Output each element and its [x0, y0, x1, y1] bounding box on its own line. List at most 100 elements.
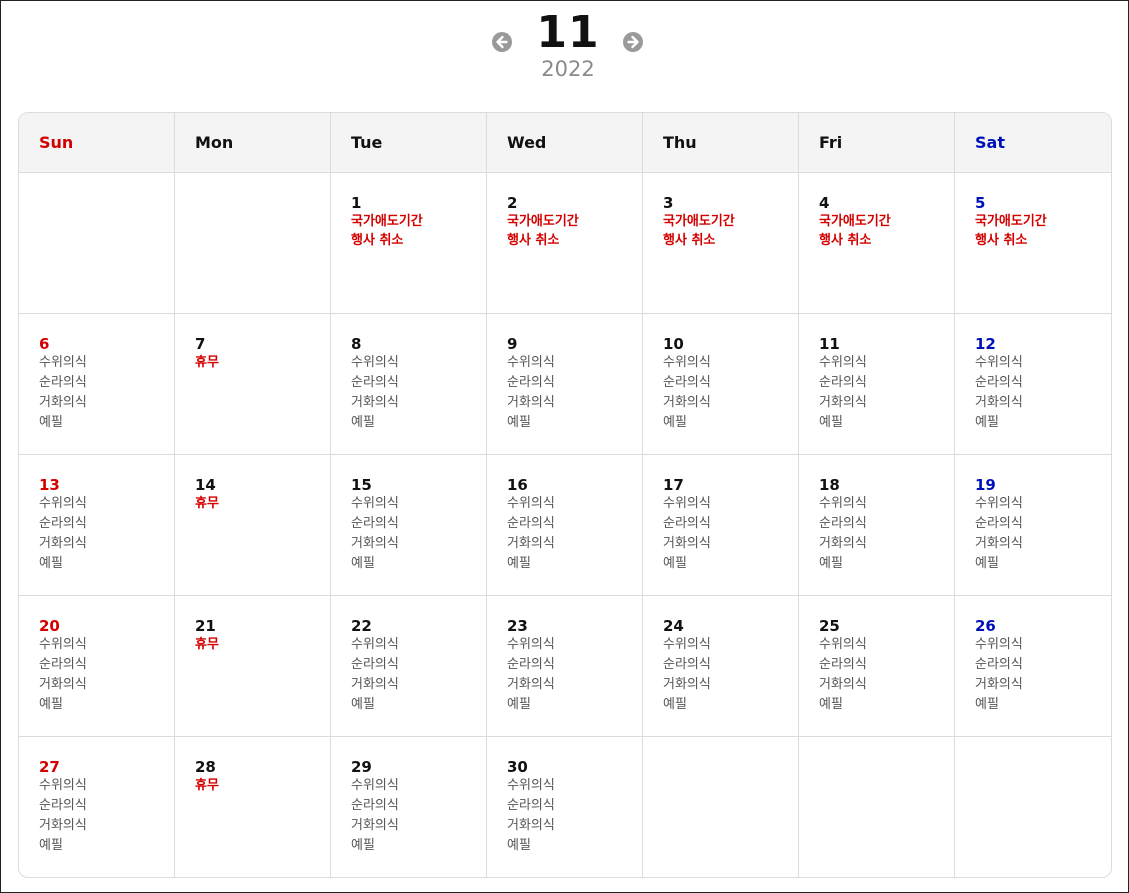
day-cell[interactable]: 20 수위의식 순라의식 거화의식 예필 [19, 596, 175, 737]
day-number: 26 [975, 617, 996, 635]
day-event: 수위의식 [351, 496, 399, 511]
day-cell[interactable]: 9 수위의식 순라의식 거화의식 예필 [487, 314, 643, 455]
day-cell[interactable]: 10 수위의식 순라의식 거화의식 예필 [643, 314, 799, 455]
day-event: 수위의식 [975, 496, 1023, 511]
day-cell[interactable]: 22 수위의식 순라의식 거화의식 예필 [331, 596, 487, 737]
day-number: 19 [975, 476, 996, 494]
day-cell[interactable]: 6 수위의식 순라의식 거화의식 예필 [19, 314, 175, 455]
day-event: 순라의식 [507, 657, 555, 672]
day-number: 18 [819, 476, 840, 494]
day-number: 10 [663, 335, 684, 353]
day-number: 11 [819, 335, 840, 353]
next-month-button[interactable] [623, 32, 643, 52]
day-event: 예필 [663, 556, 687, 571]
day-cell[interactable]: 8 수위의식 순라의식 거화의식 예필 [331, 314, 487, 455]
day-event: 예필 [39, 556, 63, 571]
day-event: 수위의식 [39, 778, 87, 793]
day-event: 수위의식 [819, 496, 867, 511]
day-cell[interactable]: 28 휴무 [175, 737, 331, 877]
day-number: 29 [351, 758, 372, 776]
day-cell[interactable]: 21 휴무 [175, 596, 331, 737]
day-event: 예필 [507, 415, 531, 430]
day-notice: 휴무 [195, 496, 219, 511]
day-event: 순라의식 [39, 798, 87, 813]
day-number: 4 [819, 194, 830, 212]
day-number: 15 [351, 476, 372, 494]
day-cell[interactable]: 7 휴무 [175, 314, 331, 455]
day-number: 17 [663, 476, 684, 494]
day-cell[interactable]: 13 수위의식 순라의식 거화의식 예필 [19, 455, 175, 596]
day-cell[interactable]: 29 수위의식 순라의식 거화의식 예필 [331, 737, 487, 877]
day-event: 거화의식 [351, 677, 399, 692]
day-notice: 국가애도기간 [351, 214, 423, 229]
day-cell[interactable]: 23 수위의식 순라의식 거화의식 예필 [487, 596, 643, 737]
day-notice: 휴무 [195, 778, 219, 793]
day-event: 순라의식 [975, 657, 1023, 672]
empty-day-cell [643, 737, 799, 877]
day-cell[interactable]: 16 수위의식 순라의식 거화의식 예필 [487, 455, 643, 596]
day-event: 거화의식 [819, 536, 867, 551]
day-notice: 국가애도기간 [663, 214, 735, 229]
day-cell[interactable]: 18 수위의식 순라의식 거화의식 예필 [799, 455, 955, 596]
day-cell[interactable]: 11 수위의식 순라의식 거화의식 예필 [799, 314, 955, 455]
day-event: 거화의식 [975, 536, 1023, 551]
day-event: 거화의식 [507, 536, 555, 551]
day-event: 거화의식 [663, 395, 711, 410]
day-cell[interactable]: 26 수위의식 순라의식 거화의식 예필 [955, 596, 1111, 737]
calendar-header: 11 2022 [1, 1, 1128, 101]
weekday-header-thu: Thu [643, 113, 799, 172]
day-cell[interactable]: 14 휴무 [175, 455, 331, 596]
day-number: 20 [39, 617, 60, 635]
day-event: 거화의식 [819, 395, 867, 410]
day-event: 예필 [39, 415, 63, 430]
day-event: 거화의식 [507, 677, 555, 692]
day-cell[interactable]: 17 수위의식 순라의식 거화의식 예필 [643, 455, 799, 596]
day-cell[interactable]: 25 수위의식 순라의식 거화의식 예필 [799, 596, 955, 737]
day-cell[interactable]: 4 국가애도기간 행사 취소 [799, 173, 955, 314]
day-number: 28 [195, 758, 216, 776]
day-event: 예필 [507, 556, 531, 571]
weekday-header-sun: Sun [19, 113, 175, 172]
day-event: 예필 [663, 415, 687, 430]
day-cell[interactable]: 15 수위의식 순라의식 거화의식 예필 [331, 455, 487, 596]
day-cell[interactable]: 5 국가애도기간 행사 취소 [955, 173, 1111, 314]
day-event: 거화의식 [351, 536, 399, 551]
day-event: 예필 [351, 415, 375, 430]
day-number: 24 [663, 617, 684, 635]
empty-day-cell [955, 737, 1111, 877]
day-event: 수위의식 [819, 637, 867, 652]
day-notice: 국가애도기간 [975, 214, 1047, 229]
empty-day-cell [799, 737, 955, 877]
day-event: 순라의식 [507, 516, 555, 531]
day-cell[interactable]: 12 수위의식 순라의식 거화의식 예필 [955, 314, 1111, 455]
day-event: 수위의식 [351, 637, 399, 652]
day-number: 21 [195, 617, 216, 635]
day-event: 예필 [663, 697, 687, 712]
day-event: 거화의식 [39, 536, 87, 551]
day-cell[interactable]: 1 국가애도기간 행사 취소 [331, 173, 487, 314]
day-event: 수위의식 [507, 496, 555, 511]
day-cell[interactable]: 24 수위의식 순라의식 거화의식 예필 [643, 596, 799, 737]
day-event: 순라의식 [39, 657, 87, 672]
day-event: 수위의식 [507, 637, 555, 652]
day-cell[interactable]: 27 수위의식 순라의식 거화의식 예필 [19, 737, 175, 877]
day-cell[interactable]: 30 수위의식 순라의식 거화의식 예필 [487, 737, 643, 877]
day-event: 거화의식 [663, 536, 711, 551]
day-event: 순라의식 [39, 516, 87, 531]
weekday-header-row: Sun Mon Tue Wed Thu Fri Sat [19, 113, 1111, 173]
day-event: 수위의식 [663, 496, 711, 511]
day-event: 거화의식 [507, 395, 555, 410]
day-cell[interactable]: 19 수위의식 순라의식 거화의식 예필 [955, 455, 1111, 596]
weekday-header-wed: Wed [487, 113, 643, 172]
calendar-body: 1 국가애도기간 행사 취소 2 국가애도기간 행사 취소 3 국가애도기간 행사 취소 4 국가애… [19, 173, 1111, 877]
empty-day-cell [175, 173, 331, 314]
day-event: 순라의식 [351, 798, 399, 813]
day-event: 수위의식 [39, 496, 87, 511]
day-event: 수위의식 [819, 355, 867, 370]
day-event: 수위의식 [975, 637, 1023, 652]
day-event: 순라의식 [39, 375, 87, 390]
page-frame: 11 2022 Sun Mon Tue Wed Thu Fri Sat 1 국가애도기간 행사 … [0, 0, 1129, 893]
current-month: 11 [536, 7, 600, 58]
day-cell[interactable]: 3 국가애도기간 행사 취소 [643, 173, 799, 314]
day-cell[interactable]: 2 국가애도기간 행사 취소 [487, 173, 643, 314]
